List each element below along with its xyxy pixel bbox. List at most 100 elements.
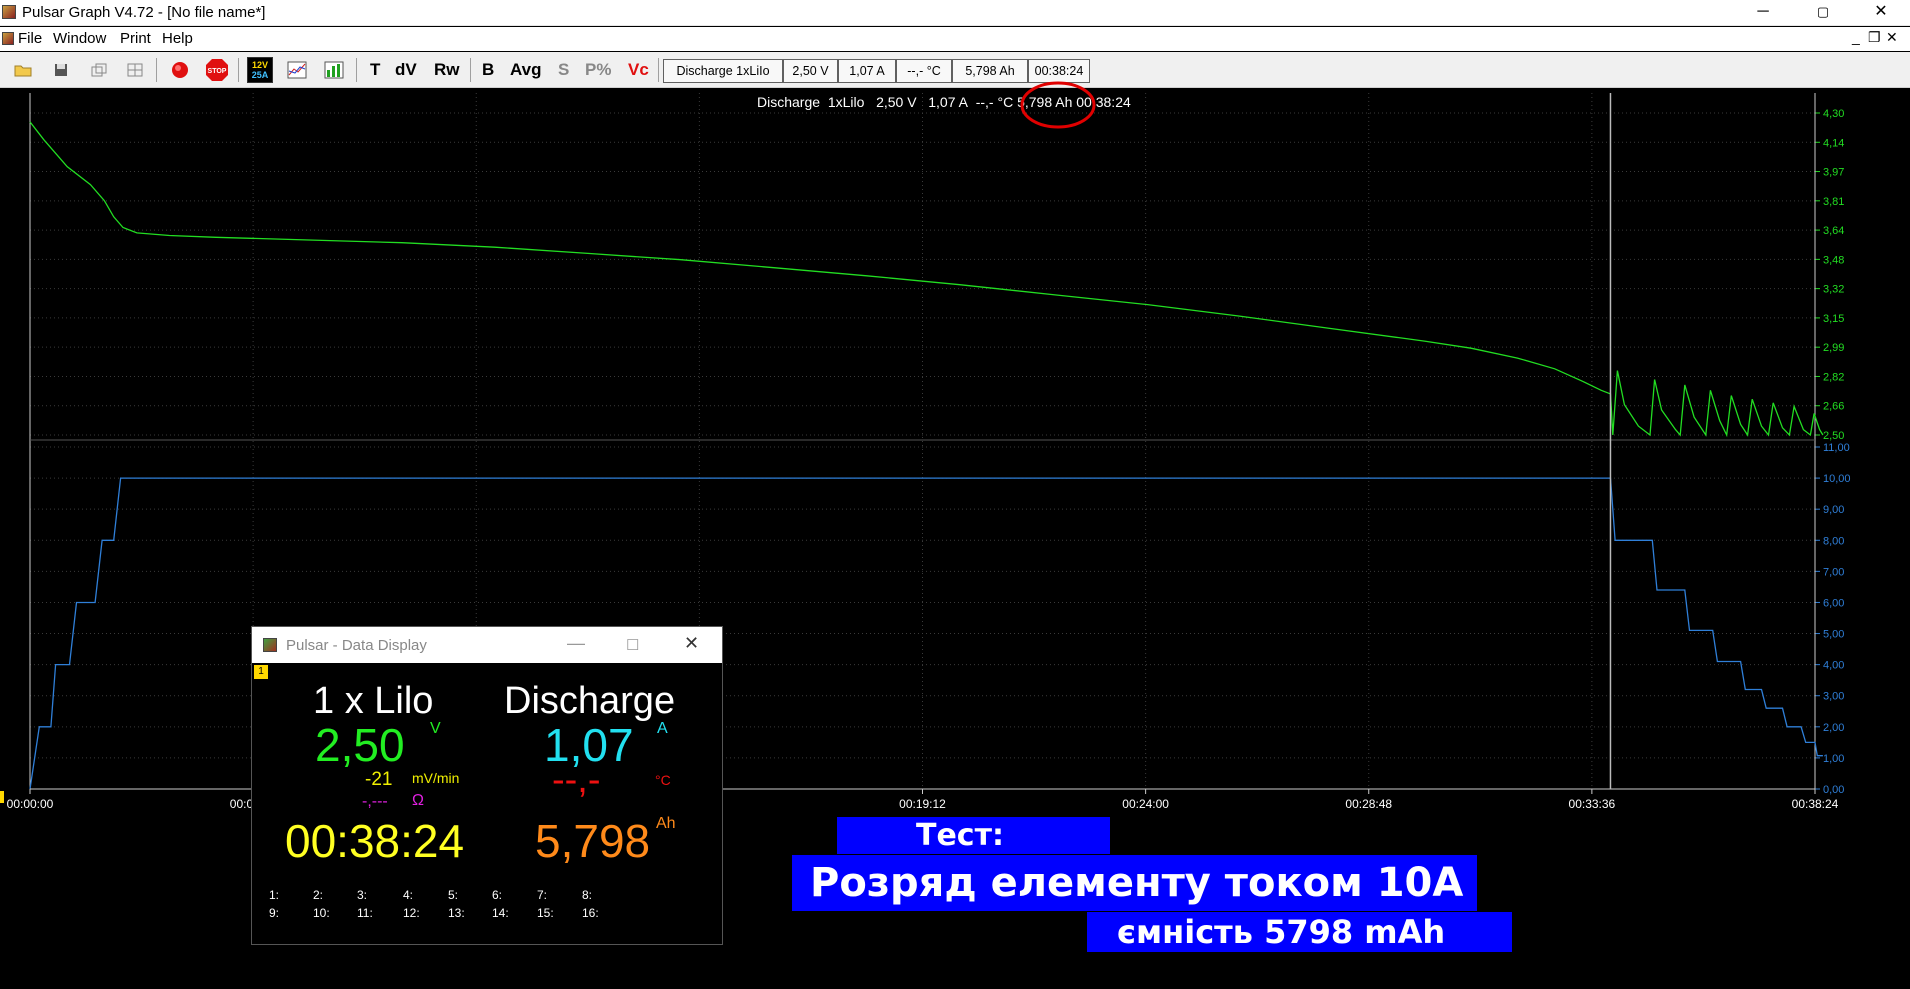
- memory-slot: 15:: [537, 906, 554, 920]
- table-icon[interactable]: [122, 57, 148, 83]
- bars-icon[interactable]: [321, 57, 347, 83]
- data-display-titlebar[interactable]: Pulsar - Data Display — ☐ ✕: [252, 627, 722, 663]
- copy-icon[interactable]: [86, 57, 112, 83]
- open-icon[interactable]: [10, 57, 36, 83]
- y-tick-label: 8,00: [1823, 535, 1844, 547]
- caption-line-2: Розряд елементу током 10А: [792, 855, 1477, 911]
- voltage-unit: V: [430, 720, 441, 737]
- data-display-maximize-button[interactable]: ☐: [626, 636, 639, 654]
- y-tick-label: 9,00: [1823, 504, 1844, 516]
- s-button[interactable]: S: [558, 60, 569, 80]
- resistance-value: -,---: [362, 793, 388, 810]
- document-icon[interactable]: [2, 32, 14, 45]
- dv-button[interactable]: dV: [395, 60, 417, 80]
- status-capacity: 5,798 Ah: [952, 59, 1028, 83]
- memory-slot: 1:: [269, 888, 280, 902]
- data-display-close-button[interactable]: ✕: [684, 633, 699, 654]
- toolbar-separator: [156, 58, 157, 82]
- data-display-title: Pulsar - Data Display: [286, 637, 427, 654]
- y-tick-label: 3,97: [1823, 167, 1844, 179]
- supply-icon[interactable]: 12V 25A: [247, 57, 273, 83]
- dvdt-unit: mV/min: [412, 770, 460, 786]
- y-tick-label: 3,64: [1823, 225, 1844, 237]
- x-tick-label: 00:33:36: [1569, 797, 1616, 811]
- menu-window[interactable]: Window: [53, 30, 106, 47]
- avg-button[interactable]: Avg: [510, 60, 542, 80]
- memory-slot: 8:: [582, 888, 593, 902]
- y-tick-label: 7,00: [1823, 566, 1844, 578]
- temperature-value: --,-: [552, 759, 601, 801]
- y-tick-label: 2,99: [1823, 342, 1844, 354]
- y-tick-label: 0,00: [1823, 784, 1844, 796]
- y-tick-label: 4,14: [1823, 137, 1844, 149]
- y-tick-label: 2,66: [1823, 401, 1844, 413]
- stop-icon[interactable]: STOP: [204, 57, 230, 83]
- menu-bar: File Window Print Help _ ❐ ✕: [0, 27, 1910, 51]
- x-tick-label: 00:38:24: [1792, 797, 1839, 811]
- maximize-button[interactable]: ▢: [1800, 0, 1846, 26]
- status-temperature: --,- °C: [896, 59, 952, 83]
- temperature-unit: °C: [655, 772, 671, 788]
- chart-status-voltage: 2,50 V: [876, 94, 917, 110]
- p-percent-button[interactable]: P%: [585, 60, 611, 80]
- toolbar-separator: [238, 58, 239, 82]
- y-tick-label: 4,30: [1823, 108, 1844, 120]
- graph-icon[interactable]: [284, 57, 310, 83]
- menu-help[interactable]: Help: [162, 30, 193, 47]
- y-tick-label: 3,00: [1823, 691, 1844, 703]
- chart-status-current: 1,07 A: [928, 94, 968, 110]
- memory-slot: 4:: [403, 888, 414, 902]
- cells-label: 1 x Lilo: [313, 680, 434, 722]
- memory-slot: 12:: [403, 906, 420, 920]
- vc-button[interactable]: Vc: [628, 60, 649, 80]
- save-icon[interactable]: [48, 57, 74, 83]
- app-icon: [2, 5, 16, 19]
- memory-slot: 9:: [269, 906, 280, 920]
- start-marker: [0, 791, 4, 803]
- status-current: 1,07 A: [838, 59, 896, 83]
- supply-label-voltage: 12V: [251, 60, 268, 70]
- capacity-unit: Ah: [656, 815, 676, 832]
- mdi-restore-button[interactable]: ❐: [1868, 29, 1881, 46]
- memory-slot: 6:: [492, 888, 503, 902]
- voltage-value: 2,50: [315, 719, 405, 771]
- memory-slot: 2:: [313, 888, 324, 902]
- data-display-window[interactable]: Pulsar - Data Display — ☐ ✕ 1 1 x Lilo D…: [251, 626, 723, 945]
- stop-label: STOP: [208, 68, 227, 75]
- rw-button[interactable]: Rw: [434, 60, 460, 80]
- menu-file[interactable]: File: [18, 30, 42, 47]
- elapsed-time: 00:38:24: [285, 815, 465, 867]
- menu-print[interactable]: Print: [120, 30, 151, 47]
- mdi-minimize-button[interactable]: _: [1852, 29, 1860, 45]
- toolbar: STOP 12V 25A T dV Rw B Avg S P% Vc Disch…: [0, 52, 1910, 88]
- y-tick-label: 11,00: [1823, 442, 1850, 454]
- channel-tag: 1: [254, 665, 268, 679]
- memory-slot: 13:: [448, 906, 465, 920]
- toolbar-separator: [658, 58, 659, 82]
- x-tick-label: 00:19:12: [899, 797, 946, 811]
- memory-slot: 7:: [537, 888, 548, 902]
- data-display-minimize-button[interactable]: —: [567, 633, 585, 654]
- y-tick-label: 5,00: [1823, 629, 1844, 641]
- minimize-button[interactable]: ─: [1740, 0, 1786, 26]
- chart-status-cells: 1xLilo: [827, 94, 865, 110]
- capacity-value: 5,798: [535, 815, 651, 867]
- y-tick-label: 4,00: [1823, 660, 1844, 672]
- y-tick-label: 2,50: [1823, 430, 1844, 442]
- y-tick-label: 3,15: [1823, 313, 1844, 325]
- app-window: Pulsar Graph V4.72 - [No file name*] ─ ▢…: [0, 0, 1910, 989]
- t-button[interactable]: T: [370, 60, 380, 80]
- record-icon[interactable]: [167, 57, 193, 83]
- toolbar-separator: [470, 58, 471, 82]
- supply-label-current: 25A: [251, 70, 269, 80]
- close-button[interactable]: ✕: [1858, 0, 1904, 26]
- status-voltage: 2,50 V: [783, 59, 838, 83]
- y-tick-label: 2,00: [1823, 722, 1844, 734]
- mdi-close-button[interactable]: ✕: [1886, 29, 1898, 46]
- status-mode: Discharge 1xLiIo: [663, 59, 783, 83]
- memory-slot: 10:: [313, 906, 330, 920]
- mode-label: Discharge: [504, 680, 676, 722]
- dvdt-value: -21: [365, 769, 393, 790]
- memory-slot: 5:: [448, 888, 459, 902]
- b-button[interactable]: B: [482, 60, 494, 80]
